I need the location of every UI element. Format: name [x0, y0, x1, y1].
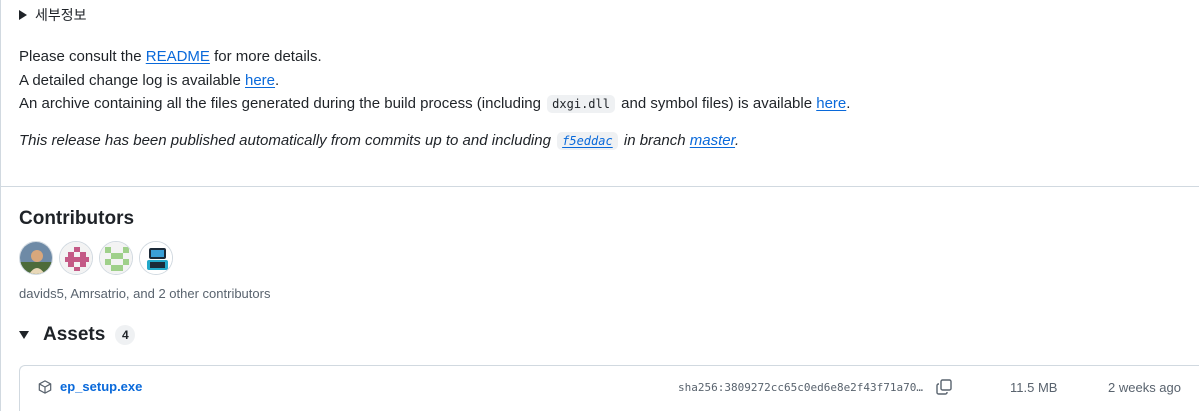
- package-icon: [38, 379, 52, 394]
- avatar-davids5[interactable]: [19, 241, 53, 275]
- contributors-summary: davids5, Amrsatrio, and 2 other contribu…: [19, 286, 271, 301]
- release-info: This release has been published automati…: [19, 132, 740, 150]
- contributors-title: Contributors: [19, 208, 135, 229]
- asset-sha: sha256:3809272cc65c0ed6e8e2f43f71a70…: [678, 381, 924, 394]
- changelog-line: A detailed change log is available here.: [19, 71, 280, 89]
- assets-toggle[interactable]: Assets 4: [19, 324, 136, 346]
- copy-icon[interactable]: [935, 378, 953, 396]
- archive-line: An archive containing all the files gene…: [19, 95, 851, 113]
- caret-right-icon: [19, 10, 27, 20]
- identicon-avatar-icon: [100, 242, 132, 274]
- caret-down-icon: [19, 331, 29, 339]
- details-toggle[interactable]: 세부정보: [19, 5, 87, 25]
- avatar-contributor-3[interactable]: [99, 241, 133, 275]
- changelog-link[interactable]: here: [245, 72, 275, 89]
- asset-name: ep_setup.exe: [38, 379, 142, 394]
- release-notes: Please consult the README for more detai…: [19, 45, 1189, 117]
- asset-row: ep_setup.exe sha256:3809272cc65c0ed6e8e2…: [20, 366, 1199, 411]
- assets-count-badge: 4: [115, 325, 136, 345]
- details-label: 세부정보: [35, 7, 87, 23]
- asset-size: 11.5 MB: [1010, 380, 1058, 395]
- assets-title: Assets: [43, 324, 106, 345]
- section-divider: [1, 186, 1199, 187]
- asset-download-link[interactable]: ep_setup.exe: [60, 379, 142, 394]
- identicon-avatar-icon: [60, 242, 92, 274]
- commit-link[interactable]: f5eddac: [562, 134, 613, 148]
- branch-link[interactable]: master: [690, 132, 735, 149]
- console-avatar-icon: [140, 242, 172, 274]
- release-page: 세부정보 Please consult the README for more …: [0, 0, 1199, 411]
- asset-date: 2 weeks ago: [1108, 380, 1181, 395]
- readme-link[interactable]: README: [146, 48, 210, 65]
- archive-link[interactable]: here: [816, 95, 846, 112]
- photo-avatar-icon: [20, 242, 52, 274]
- assets-list: ep_setup.exe sha256:3809272cc65c0ed6e8e2…: [19, 365, 1199, 411]
- avatar-amrsatrio[interactable]: [59, 241, 93, 275]
- readme-line: Please consult the README for more detai…: [19, 48, 322, 65]
- contributor-avatars: [19, 241, 173, 275]
- avatar-contributor-4[interactable]: [139, 241, 173, 275]
- dll-code: dxgi.dll: [547, 95, 615, 113]
